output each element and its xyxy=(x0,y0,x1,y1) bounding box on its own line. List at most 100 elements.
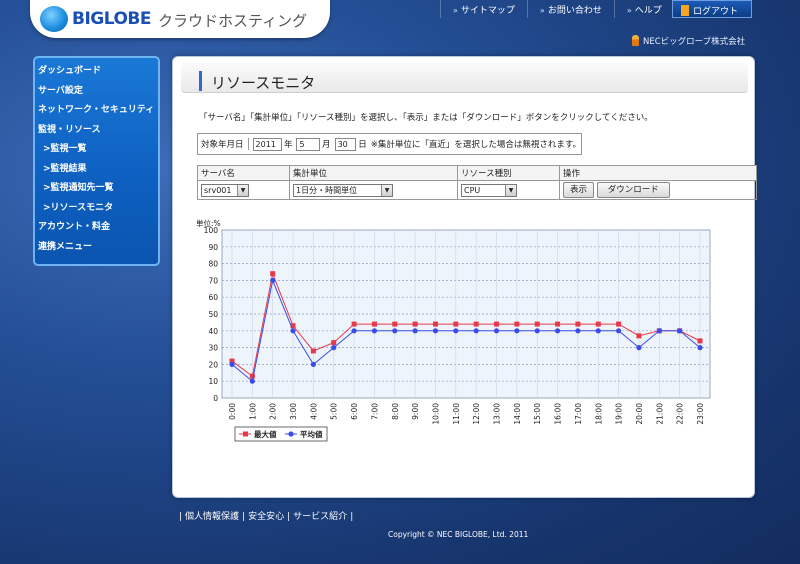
logo[interactable]: BIGLOBE クラウドホスティング xyxy=(30,0,330,38)
x-tick-label: 19:00 xyxy=(615,403,624,425)
data-point-max xyxy=(473,321,479,327)
sidebar-item-notification-list[interactable]: >監視通知先一覧 xyxy=(38,179,158,199)
data-point-max xyxy=(534,321,540,327)
chart-svg: 01020304050607080901000:00 1:00 2:00 3:00 4:… xyxy=(196,218,711,442)
data-point-avg xyxy=(392,328,398,334)
data-point-max xyxy=(616,321,622,327)
data-point-avg xyxy=(677,328,683,334)
header-unit: 集計単位 xyxy=(289,165,458,181)
x-tick-label: 11:00 xyxy=(452,403,461,425)
data-point-avg xyxy=(331,345,337,351)
x-tick-label: 12:00 xyxy=(472,403,481,425)
y-tick-label: 50 xyxy=(208,310,218,319)
x-tick-label: 15:00 xyxy=(533,403,542,425)
sidebar-item-network-security[interactable]: ネットワーク・セキュリティ xyxy=(38,101,158,121)
header-server: サーバ名 xyxy=(197,165,290,181)
server-select[interactable]: srv001 ▼ xyxy=(201,183,249,197)
show-button[interactable]: 表示 xyxy=(563,182,595,198)
x-tick-label: 9:00 xyxy=(411,403,420,420)
x-tick-label: 22:00 xyxy=(676,403,685,425)
sidebar-item-server-settings[interactable]: サーバ設定 xyxy=(38,82,158,102)
data-point-avg xyxy=(473,328,479,334)
data-point-avg xyxy=(534,328,540,334)
year-input[interactable]: 2011 xyxy=(252,137,282,151)
data-point-max xyxy=(636,333,642,339)
sidebar-item-resource-monitor[interactable]: >リソースモニタ xyxy=(38,199,158,219)
month-input[interactable]: 5 xyxy=(296,137,321,151)
year-unit: 年 xyxy=(283,140,293,150)
data-point-avg xyxy=(412,328,418,334)
x-tick-label: 6:00 xyxy=(350,403,359,420)
data-point-max xyxy=(575,321,581,327)
data-point-avg xyxy=(493,328,500,334)
data-point-avg xyxy=(453,328,459,334)
legend-label: 最大値 xyxy=(254,429,277,439)
x-tick-label: 10:00 xyxy=(431,403,440,425)
sidebar-item-integration-menu[interactable]: 連携メニュー xyxy=(38,238,158,258)
nav-sitemap[interactable]: » サイトマップ xyxy=(440,0,527,18)
date-note: ※集計単位に「直近」を選択した場合は無視されます。 xyxy=(370,140,581,150)
cpu-chart: 0 10 20 30 40 50 60 70 80 90 100 0:00 1:00 2:00 3:00 4:… xyxy=(193,212,713,455)
x-tick-label: 17:00 xyxy=(574,403,583,425)
y-tick-label: 40 xyxy=(208,327,218,336)
page-title: リソースモニタ xyxy=(211,74,316,92)
data-point-max xyxy=(371,321,377,327)
x-tick-label: 4:00 xyxy=(309,403,318,420)
month-unit: 月 xyxy=(322,140,331,150)
sidebar-item-monitor-results[interactable]: >監視結果 xyxy=(38,160,158,180)
title-bar: リソースモニタ xyxy=(181,63,748,93)
data-point-max xyxy=(331,340,337,346)
top-nav: » サイトマップ » お問い合わせ » ヘルプ xyxy=(440,0,674,18)
x-tick-label: 8:00 xyxy=(391,403,400,420)
y-tick-label: 90 xyxy=(208,243,218,252)
x-tick-label: 18:00 xyxy=(594,403,603,425)
logo-text: BIGLOBE xyxy=(72,9,152,29)
resource-cell: CPU ▼ xyxy=(457,180,560,200)
data-point-max xyxy=(351,321,357,327)
date-label: 対象年月日 xyxy=(201,138,249,150)
sidebar-item-dashboard[interactable]: ダッシュボード xyxy=(38,62,158,82)
x-tick-label: 1:00 xyxy=(248,403,257,420)
footer-links: | 個人情報保護 | 安全安心 | サービス紹介 | xyxy=(176,509,356,522)
data-point-avg xyxy=(514,328,520,334)
x-tick-label: 3:00 xyxy=(289,403,298,420)
footer-link-safety[interactable]: 安全安心 xyxy=(248,512,284,522)
selection-table: サーバ名 集計単位 リソース種別 操作 srv001 ▼ 1日分・時間単位 ▼ CP… xyxy=(197,165,757,200)
header-resource: リソース種別 xyxy=(457,165,560,181)
sidebar: ダッシュボード サーバ設定 ネットワーク・セキュリティ 監視・リソース >監視一… xyxy=(33,56,160,266)
data-point-avg xyxy=(432,328,439,334)
logout-button[interactable]: ログアウト xyxy=(672,0,752,18)
logo-subtitle: クラウドホスティング xyxy=(158,12,308,30)
sidebar-item-monitoring-resources[interactable]: 監視・リソース xyxy=(38,121,158,141)
logo-mascot-icon xyxy=(40,6,68,32)
y-tick-label: 70 xyxy=(208,276,218,285)
data-point-avg xyxy=(351,328,357,334)
unit-select[interactable]: 1日分・時間単位 ▼ xyxy=(293,183,393,197)
x-tick-label: 23:00 xyxy=(696,403,705,425)
footer-link-services[interactable]: サービス紹介 xyxy=(293,512,347,522)
resource-select[interactable]: CPU ▼ xyxy=(461,183,517,197)
dropdown-arrow-icon: ▼ xyxy=(381,184,392,196)
data-point-avg xyxy=(575,328,581,334)
data-point-max xyxy=(453,321,459,327)
data-point-max xyxy=(697,338,703,344)
person-icon xyxy=(632,35,639,46)
data-point-max xyxy=(432,321,438,327)
data-point-max xyxy=(270,271,276,277)
instruction-text: 「サーバ名」「集計単位」「リソース種別」を選択し、「表示」または「ダウンロード」… xyxy=(199,113,653,123)
y-tick-label: 10 xyxy=(208,377,218,386)
server-cell: srv001 ▼ xyxy=(197,180,290,200)
divider: | xyxy=(350,512,354,522)
data-point-avg xyxy=(656,328,662,334)
nav-help[interactable]: » ヘルプ xyxy=(613,0,674,18)
nav-contact[interactable]: » お問い合わせ xyxy=(526,0,614,18)
footer-link-privacy[interactable]: 個人情報保護 xyxy=(185,512,239,522)
data-point-avg xyxy=(270,277,276,283)
sidebar-item-account-billing[interactable]: アカウント・料金 xyxy=(38,218,158,238)
data-point-avg xyxy=(310,361,316,367)
legend-label: 平均値 xyxy=(300,429,323,439)
sidebar-item-monitor-list[interactable]: >監視一覧 xyxy=(38,140,158,160)
download-button[interactable]: ダウンロード xyxy=(596,182,670,198)
door-icon xyxy=(681,5,689,16)
day-input[interactable]: 30 xyxy=(334,137,357,151)
